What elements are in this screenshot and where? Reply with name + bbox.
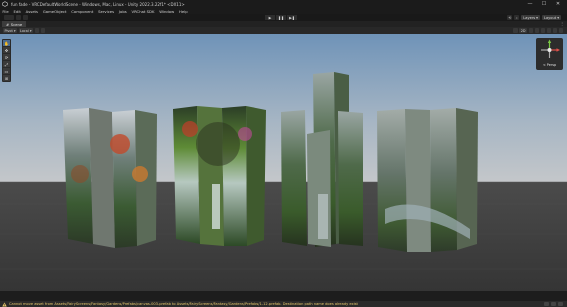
menu-help[interactable]: Help xyxy=(177,9,190,14)
step-button[interactable]: ▶❚ xyxy=(287,15,297,20)
effects-icon[interactable] xyxy=(540,28,545,33)
scale-tool-button[interactable]: ⤢ xyxy=(3,61,10,67)
layers-dropdown[interactable]: Layers ▾ xyxy=(521,15,540,20)
menu-vrchat-sdk[interactable]: VRChat SDK xyxy=(129,9,157,14)
space-label: Local xyxy=(20,28,29,33)
lighting-icon[interactable] xyxy=(528,28,533,33)
progress-icon[interactable] xyxy=(544,302,549,306)
status-bar: Cannot move asset from Assets/FairyScree… xyxy=(0,291,567,307)
tab-scene-label: Scene xyxy=(10,21,23,27)
menu-component[interactable]: Component xyxy=(69,9,96,14)
tab-menu-icon[interactable]: ⋮ xyxy=(560,21,564,26)
account-button[interactable] xyxy=(4,15,14,20)
menu-assets[interactable]: Assets xyxy=(23,9,40,14)
grid-snap-icon[interactable] xyxy=(34,28,40,33)
status-message: Cannot move asset from Assets/FairyScree… xyxy=(9,302,358,306)
scene-viewport[interactable] xyxy=(0,34,567,291)
minimize-button[interactable]: — xyxy=(523,0,537,8)
menu-gameobject[interactable]: GameObject xyxy=(40,9,68,14)
menu-edit[interactable]: Edit xyxy=(11,9,23,14)
unity-logo-icon xyxy=(2,1,8,7)
main-toolbar: ▶ ❚❚ ▶❚ ⟲ ⌕ Layers ▾ Layout ▾ xyxy=(0,14,567,21)
folding-screen-2[interactable] xyxy=(173,106,266,246)
menu-services[interactable]: Services xyxy=(96,9,117,14)
chevron-down-icon: ▾ xyxy=(29,28,32,33)
audio-icon[interactable] xyxy=(534,28,539,33)
snap-increment-icon[interactable] xyxy=(40,28,46,33)
search-icon[interactable]: ⌕ xyxy=(514,15,520,20)
window-controls: — ☐ ✕ xyxy=(523,0,565,8)
title-bar: fun fade - VRCDefaultWorldScene - Window… xyxy=(0,0,567,8)
move-tool-button[interactable]: ✥ xyxy=(3,47,10,53)
close-button[interactable]: ✕ xyxy=(551,0,565,8)
tool-palette: ✋ ✥ ⟳ ⤢ ▭ ⊞ xyxy=(2,39,11,82)
orientation-gizmo[interactable]: < Persp xyxy=(536,38,563,70)
pivot-dropdown[interactable]: Pivot ▾ xyxy=(3,28,18,33)
warning-icon xyxy=(2,302,7,306)
debug-icon[interactable] xyxy=(551,302,556,306)
menu-file[interactable]: File xyxy=(0,9,11,14)
chevron-down-icon: ▾ xyxy=(536,15,538,20)
settings-icon[interactable] xyxy=(558,302,563,306)
shading-mode-icon[interactable] xyxy=(513,28,518,33)
layout-label: Layout xyxy=(543,15,557,20)
collab-icon[interactable] xyxy=(23,15,28,20)
console-status[interactable]: Cannot move asset from Assets/FairyScree… xyxy=(0,301,567,307)
scene-toolbar: Pivot ▾ Local ▾ 2D xyxy=(0,27,567,34)
scene-icon: # xyxy=(6,21,10,27)
folding-screen-1[interactable] xyxy=(63,108,157,248)
layers-label: Layers xyxy=(523,15,536,20)
menu-window[interactable]: Window xyxy=(157,9,177,14)
transform-tool-button[interactable]: ⊞ xyxy=(3,75,10,81)
pivot-label: Pivot xyxy=(4,28,13,33)
play-button[interactable]: ▶ xyxy=(265,15,275,20)
play-controls: ▶ ❚❚ ▶❚ xyxy=(265,15,297,20)
rotate-tool-button[interactable]: ⟳ xyxy=(3,54,10,60)
pause-button[interactable]: ❚❚ xyxy=(276,15,286,20)
window-title: fun fade - VRCDefaultWorldScene - Window… xyxy=(11,1,185,7)
cloud-icon[interactable] xyxy=(16,15,21,20)
rect-tool-button[interactable]: ▭ xyxy=(3,68,10,74)
folding-screen-4[interactable] xyxy=(377,108,478,252)
gizmos-icon[interactable] xyxy=(558,28,563,33)
layout-dropdown[interactable]: Layout ▾ xyxy=(541,15,561,20)
hand-tool-button[interactable]: ✋ xyxy=(3,40,10,46)
space-dropdown[interactable]: Local ▾ xyxy=(18,28,34,33)
maximize-button[interactable]: ☐ xyxy=(537,0,551,8)
menu-jobs[interactable]: Jobs xyxy=(117,9,130,14)
projection-label[interactable]: < Persp xyxy=(536,63,563,67)
history-icon[interactable]: ⟲ xyxy=(507,15,513,20)
axis-gizmo-icon xyxy=(541,39,560,58)
chevron-down-icon: ▾ xyxy=(557,15,559,20)
chevron-down-icon: ▾ xyxy=(13,28,16,33)
camera-icon[interactable] xyxy=(552,28,557,33)
2d-toggle[interactable]: 2D xyxy=(519,28,527,33)
hidden-objects-icon[interactable] xyxy=(546,28,551,33)
